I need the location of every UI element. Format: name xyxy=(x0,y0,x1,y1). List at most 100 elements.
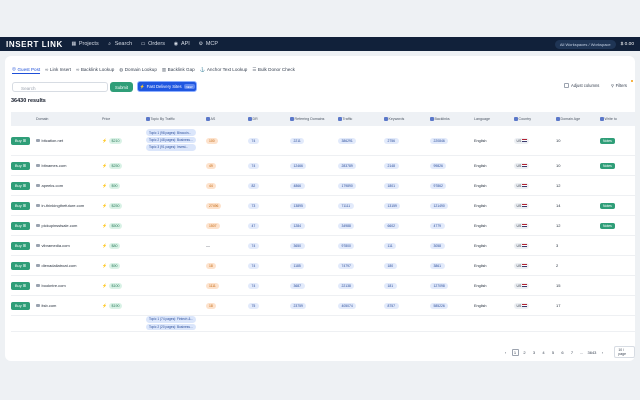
domain-link[interactable]: bitcation.net xyxy=(42,138,64,143)
nav-mcp[interactable]: ⚙ MCP xyxy=(198,41,218,47)
cart-icon: ⊞ xyxy=(22,138,27,143)
list-icon: ☰ xyxy=(252,66,257,72)
notes-button[interactable]: Notes xyxy=(600,202,615,209)
table-cell: itsb.com xyxy=(36,303,102,308)
table-cell: US xyxy=(514,137,556,144)
header-referring-domains[interactable]: Referring Domains xyxy=(290,117,338,121)
submit-button[interactable]: Submit xyxy=(110,82,133,92)
nav-search[interactable]: ⌕ Search xyxy=(107,41,132,47)
page-button[interactable]: 4 xyxy=(540,349,547,356)
table-cell: 405074 xyxy=(338,302,384,309)
page-button[interactable]: 3643 xyxy=(588,349,597,356)
page-button[interactable]: 2 xyxy=(521,349,528,356)
nav-api[interactable]: ◉ API xyxy=(173,41,190,47)
table-cell: 1801 xyxy=(384,182,430,189)
next-page-button[interactable]: › xyxy=(599,349,606,356)
header-country[interactable]: Country xyxy=(514,117,556,121)
header-backlinks[interactable]: Backlinks xyxy=(430,117,474,121)
grid-icon: ▦ xyxy=(71,41,77,47)
table-row: Buy ⊞ apeeks.com ⚡ $90 44 82 4866 179890 1801 9786… xyxy=(11,176,635,196)
table-cell: ⚡ $250 xyxy=(102,162,146,169)
page-button[interactable]: 7 xyxy=(569,349,576,356)
header-language[interactable]: Language xyxy=(474,117,514,121)
domain-link[interactable]: bookntre.com xyxy=(42,283,66,288)
filters-button[interactable]: ⚲ Filters xyxy=(611,83,627,88)
nav-orders[interactable]: ▭ Orders xyxy=(140,41,165,47)
domain-link[interactable]: pickupinsstsale.com xyxy=(42,223,78,228)
domain-link[interactable]: in-thinkingthefuture.com xyxy=(42,203,85,208)
buy-button[interactable]: Buy ⊞ xyxy=(11,161,30,170)
buy-button[interactable]: Buy ⊞ xyxy=(11,221,30,230)
tab-backlink-lookup[interactable]: ∞ Backlink Lookup xyxy=(76,65,114,74)
table-cell: 18 xyxy=(206,302,248,309)
page-button[interactable]: 1 xyxy=(511,348,519,356)
price-badge: $210 xyxy=(108,137,122,144)
buy-button[interactable]: Buy ⊞ xyxy=(11,181,30,190)
page-button[interactable]: 6 xyxy=(559,349,566,356)
header-write-to[interactable]: Write to xyxy=(600,117,625,121)
nav-search-label: Search xyxy=(114,41,133,47)
domain-link[interactable]: vibramedia.com xyxy=(42,243,70,248)
price-badge: $80 xyxy=(108,242,120,249)
tab-bulk-donor-check[interactable]: ☰ Bulk Donor Check xyxy=(252,65,295,74)
tab-anchor-text-lookup[interactable]: ⚓ Anchor Text Lookup xyxy=(200,65,248,74)
prev-page-button[interactable]: ‹ xyxy=(502,349,509,356)
balance[interactable]: $ 0.00 xyxy=(621,42,634,47)
logo[interactable]: INSERT LINK xyxy=(6,40,63,49)
header-domain[interactable]: Domain xyxy=(36,117,102,121)
table-cell: 100 xyxy=(206,137,248,144)
price-badge: $250 xyxy=(108,202,122,209)
domain-link[interactable]: dienadaliatroat.com xyxy=(42,263,77,268)
buy-button[interactable]: Buy ⊞ xyxy=(11,281,30,290)
nav-mcp-label: MCP xyxy=(205,41,219,47)
header-label: Write to xyxy=(604,117,617,121)
table-cell: 74 xyxy=(248,282,290,289)
header-dr[interactable]: DR xyxy=(248,117,290,121)
table-cell: Topic 1 (74 pages): Fintech &... Topic 2 … xyxy=(146,316,206,331)
notes-button[interactable]: Notes xyxy=(600,222,615,229)
table-cell: 82 xyxy=(248,182,290,189)
referring-domains-value: 4866 xyxy=(290,182,305,189)
header-domain-age[interactable]: Domain Age xyxy=(556,117,600,121)
notes-button[interactable]: Notes xyxy=(600,137,615,144)
header-as[interactable]: AS xyxy=(206,117,248,121)
page-button[interactable]: 3 xyxy=(531,349,538,356)
buy-label: Buy xyxy=(14,163,22,168)
search-input[interactable]: Search xyxy=(12,82,108,92)
table-cell: Buy ⊞ xyxy=(11,281,36,290)
tab-backlink-gap[interactable]: ▥ Backlink Gap xyxy=(162,65,195,74)
tab-guest-post[interactable]: ◎ Guest Post xyxy=(12,65,41,74)
tab-link-insert[interactable]: ∞ Link Insert xyxy=(45,65,71,74)
checkbox[interactable] xyxy=(564,83,569,88)
table-cell: 3861 xyxy=(430,262,474,269)
page-button[interactable]: 5 xyxy=(550,349,557,356)
buy-button[interactable]: Buy ⊞ xyxy=(11,136,30,145)
table-cell: English xyxy=(474,284,514,288)
per-page-select[interactable]: 10 / page xyxy=(614,346,635,358)
table-cell: 13159 xyxy=(384,202,430,209)
fast-delivery-button[interactable]: ⚡ Fast Delivery Sites NEW xyxy=(137,81,197,92)
notes-button[interactable]: Notes xyxy=(600,162,615,169)
table-cell: 74797 xyxy=(338,262,384,269)
domain-link[interactable]: itsb.com xyxy=(42,303,57,308)
buy-button[interactable]: Buy ⊞ xyxy=(11,201,30,210)
domain-link[interactable]: bitnames.com xyxy=(42,163,67,168)
country-badge: US xyxy=(514,137,530,144)
tab-domain-lookup[interactable]: ◍ Domain Lookup xyxy=(119,65,157,74)
table-cell: 74 xyxy=(248,137,290,144)
domain-link[interactable]: apeeks.com xyxy=(42,183,64,188)
buy-button[interactable]: Buy ⊞ xyxy=(11,261,30,270)
as-value: 18 xyxy=(206,262,216,269)
header-price[interactable]: Price xyxy=(102,117,146,121)
header-keywords[interactable]: Keywords xyxy=(384,117,430,121)
buy-button[interactable]: Buy ⊞ xyxy=(11,241,30,250)
table-cell: 49 xyxy=(206,162,248,169)
buy-button[interactable]: Buy ⊞ xyxy=(11,301,30,310)
workspace-selector[interactable]: All Workspaces / Workspace xyxy=(554,39,616,49)
header-topic[interactable]: Topic By Traffic xyxy=(146,117,206,121)
adjust-columns[interactable]: Adjust columns xyxy=(564,83,599,88)
header-traffic[interactable]: Traffic xyxy=(338,117,384,121)
cart-icon: ⊞ xyxy=(22,283,27,288)
nav-projects[interactable]: ▦ Projects xyxy=(71,41,98,47)
table-cell: 181 xyxy=(384,282,430,289)
